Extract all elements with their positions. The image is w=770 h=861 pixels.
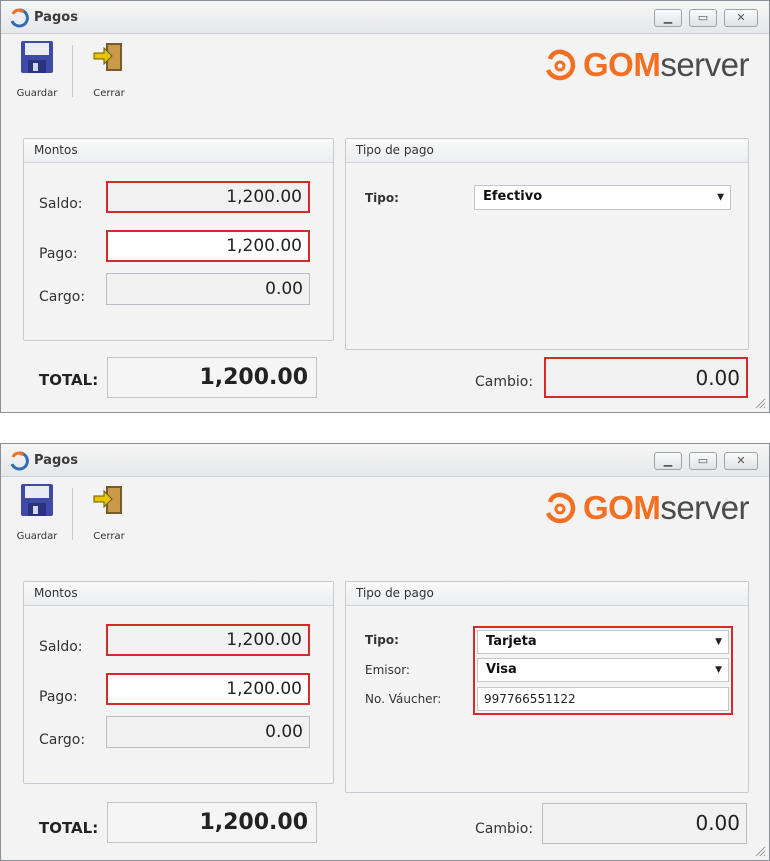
pago-label: Pago: (39, 689, 78, 705)
app-logo-icon (10, 451, 29, 471)
save-button[interactable]: Guardar (9, 483, 65, 547)
tipo-label: Tipo: (365, 633, 399, 647)
emisor-select[interactable]: Visa ▼ (477, 658, 729, 682)
close-icon[interactable]: ✕ (724, 452, 758, 470)
emisor-label: Emisor: (365, 663, 410, 677)
brand-server: server (660, 46, 749, 83)
pago-field[interactable]: 1,200.00 (106, 230, 310, 262)
voucher-label: No. Váucher: (365, 692, 442, 706)
pago-label: Pago: (39, 246, 78, 262)
save-label: Guardar (16, 88, 58, 99)
maximize-icon[interactable]: ▭ (689, 9, 717, 27)
cambio-field[interactable]: 0.00 (542, 803, 747, 844)
close-icon[interactable]: ✕ (724, 9, 758, 27)
brand-gom: GOM (582, 489, 661, 526)
window-title: Pagos (34, 10, 78, 25)
cambio-field[interactable]: 0.00 (544, 357, 748, 398)
tipo-label: Tipo: (365, 191, 399, 205)
close-label: Cerrar (93, 88, 125, 99)
cambio-label: Cambio: (475, 374, 534, 390)
tipo-pago-group: Tipo de pago (345, 138, 749, 350)
cargo-field[interactable]: 0.00 (106, 273, 310, 305)
app-logo-icon (10, 8, 29, 28)
pago-field[interactable]: 1,200.00 (106, 673, 310, 705)
cambio-label: Cambio: (475, 821, 534, 837)
exit-door-icon (93, 43, 122, 71)
resize-grip-icon[interactable] (754, 845, 766, 857)
montos-header: Montos (24, 582, 333, 606)
tipo-value: Efectivo (483, 189, 543, 204)
montos-header: Montos (24, 139, 333, 163)
close-button[interactable]: Cerrar (81, 40, 137, 104)
payment-window-cash: Pagos ▁ ▭ ✕ Guardar Cerrar GOM server Mo… (0, 0, 770, 413)
cargo-label: Cargo: (39, 289, 86, 305)
close-label: Cerrar (93, 531, 125, 542)
save-button[interactable]: Guardar (9, 40, 65, 104)
cargo-field[interactable]: 0.00 (106, 716, 310, 748)
emisor-value: Visa (486, 662, 517, 677)
close-button[interactable]: Cerrar (81, 483, 137, 547)
payment-window-card: Pagos ▁ ▭ ✕ Guardar Cerrar GOM server Mo… (0, 443, 770, 861)
toolbar-separator (72, 488, 73, 540)
saldo-field[interactable]: 1,200.00 (106, 624, 310, 656)
cargo-label: Cargo: (39, 732, 86, 748)
chevron-down-icon: ▼ (715, 665, 722, 675)
voucher-input[interactable]: 997766551122 (477, 687, 729, 711)
saldo-label: Saldo: (39, 639, 83, 655)
total-field: 1,200.00 (107, 357, 317, 398)
brand-server: server (660, 489, 749, 526)
brand-swirl-icon (545, 49, 576, 81)
total-field: 1,200.00 (107, 802, 317, 843)
tipo-pago-header: Tipo de pago (346, 139, 748, 163)
exit-door-icon (93, 486, 122, 514)
toolbar-separator (72, 45, 73, 97)
brand-logo: GOM server (543, 43, 749, 87)
brand-swirl-icon (545, 492, 576, 524)
brand-logo: GOM server (543, 486, 749, 530)
tipo-select[interactable]: Tarjeta ▼ (477, 630, 729, 654)
saldo-label: Saldo: (39, 196, 83, 212)
tipo-pago-header: Tipo de pago (346, 582, 748, 606)
resize-grip-icon[interactable] (754, 397, 766, 409)
minimize-icon[interactable]: ▁ (654, 452, 682, 470)
minimize-icon[interactable]: ▁ (654, 9, 682, 27)
chevron-down-icon: ▼ (715, 637, 722, 647)
maximize-icon[interactable]: ▭ (689, 452, 717, 470)
title-bar[interactable]: Pagos ▁ ▭ ✕ (1, 444, 769, 477)
title-bar[interactable]: Pagos ▁ ▭ ✕ (1, 1, 769, 34)
total-label: TOTAL: (39, 371, 99, 389)
save-label: Guardar (16, 531, 58, 542)
chevron-down-icon: ▼ (717, 192, 724, 202)
save-floppy-icon (21, 41, 53, 73)
tipo-select[interactable]: Efectivo ▼ (474, 185, 731, 210)
brand-gom: GOM (582, 46, 661, 83)
saldo-field[interactable]: 1,200.00 (106, 181, 310, 213)
window-title: Pagos (34, 453, 78, 468)
save-floppy-icon (21, 484, 53, 516)
total-label: TOTAL: (39, 819, 99, 837)
tipo-value: Tarjeta (486, 634, 537, 649)
